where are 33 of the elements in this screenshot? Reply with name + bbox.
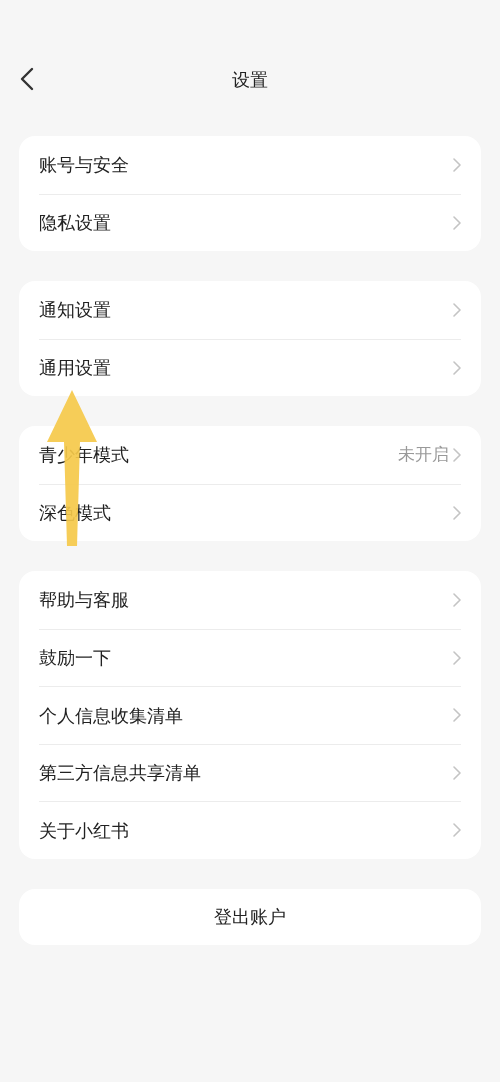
settings-row[interactable]: 通知设置 xyxy=(39,281,461,339)
logout-button[interactable]: 登出账户 xyxy=(19,888,481,945)
row-label: 隐私设置 xyxy=(39,211,111,236)
row-value: 未开启 xyxy=(398,443,449,466)
settings-row[interactable]: 帮助与客服 xyxy=(39,571,461,629)
chevron-right-icon xyxy=(453,592,461,607)
chevron-right-icon xyxy=(453,823,461,838)
chevron-right-icon xyxy=(453,765,461,780)
settings-row[interactable]: 隐私设置 xyxy=(39,193,461,251)
row-label: 账号与安全 xyxy=(39,153,129,178)
row-label: 个人信息收集清单 xyxy=(39,703,183,728)
back-icon[interactable] xyxy=(20,67,34,91)
settings-row[interactable]: 第三方信息共享清单 xyxy=(39,743,461,801)
row-label: 鼓励一下 xyxy=(39,646,111,671)
chevron-right-icon xyxy=(453,505,461,520)
chevron-right-icon xyxy=(453,302,461,317)
settings-row[interactable]: 鼓励一下 xyxy=(39,628,461,686)
chevron-right-icon xyxy=(453,360,461,375)
settings-row[interactable]: 账号与安全 xyxy=(39,136,461,194)
chevron-right-icon xyxy=(453,447,461,462)
settings-row[interactable]: 通用设置 xyxy=(39,338,461,396)
row-label: 帮助与客服 xyxy=(39,588,129,613)
row-label: 关于小红书 xyxy=(39,818,129,843)
row-label: 通知设置 xyxy=(39,298,111,323)
settings-row[interactable]: 个人信息收集清单 xyxy=(39,686,461,744)
row-label: 第三方信息共享清单 xyxy=(39,761,201,786)
chevron-right-icon xyxy=(453,157,461,172)
row-label: 通用设置 xyxy=(39,356,111,381)
chevron-right-icon xyxy=(453,215,461,230)
page-title: 设置 xyxy=(232,68,268,92)
chevron-right-icon xyxy=(453,708,461,723)
chevron-right-icon xyxy=(453,650,461,665)
settings-row[interactable]: 关于小红书 xyxy=(39,801,461,859)
